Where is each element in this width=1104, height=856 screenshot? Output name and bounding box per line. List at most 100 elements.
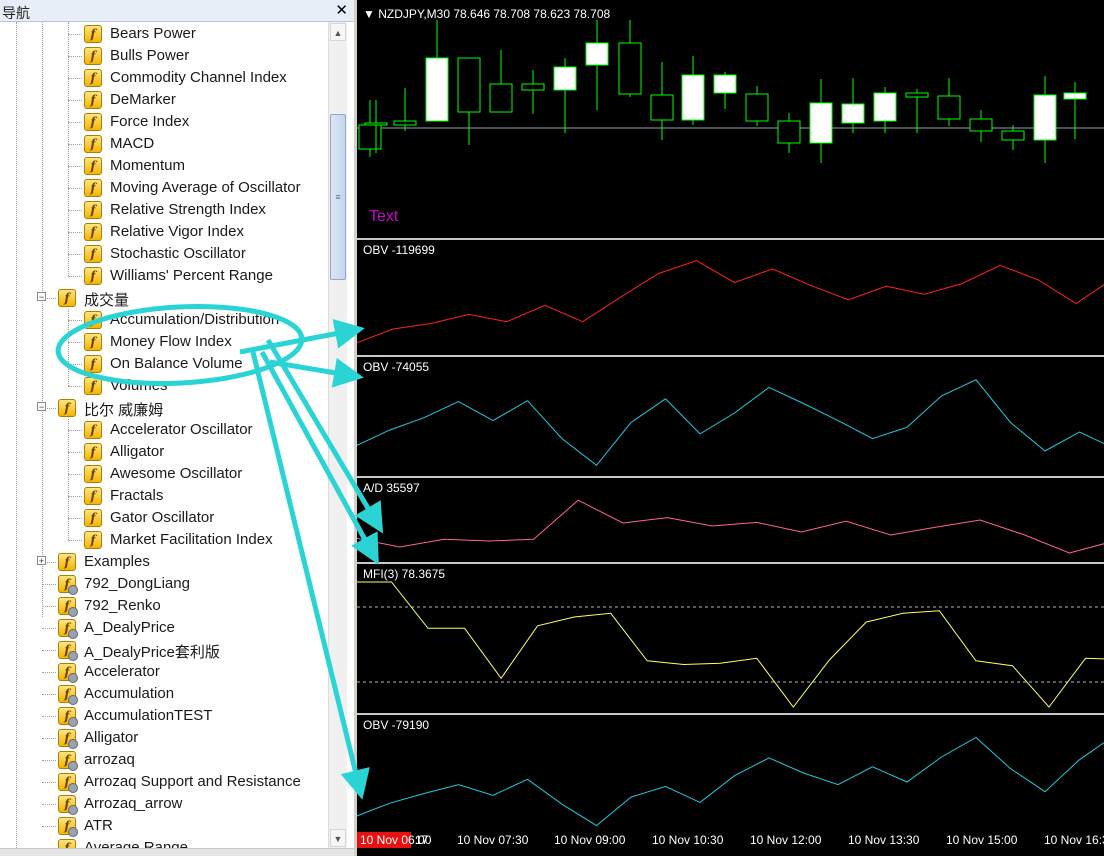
indicator-icon: f — [84, 509, 102, 527]
tree-connector — [68, 78, 82, 79]
tree-item-label: Accelerator Oscillator — [110, 421, 253, 438]
tree-connector — [68, 342, 82, 343]
tree-item-label: A_DealyPrice套利版 — [84, 644, 220, 661]
candle — [618, 20, 642, 97]
tree-item-a-dealyprice[interactable]: f A_DealyPrice — [0, 617, 328, 639]
tree-item-792-renko[interactable]: f 792_Renko — [0, 595, 328, 617]
tree-item-a-dealyprice[interactable]: f A_DealyPrice套利版 — [0, 639, 328, 661]
tree-item-accumulation-distribution[interactable]: f Accumulation/Distribution — [0, 309, 328, 331]
obv-red-pane[interactable]: OBV -119699 — [357, 240, 1104, 357]
price-pane[interactable]: ▼ NZDJPY,M30 78.646 78.708 78.623 78.708… — [357, 0, 1104, 240]
close-icon[interactable]: ✕ — [335, 1, 348, 19]
collapse-icon[interactable]: − — [37, 292, 46, 302]
tree-item-bulls-power[interactable]: f Bulls Power — [0, 45, 328, 67]
tree-item-arrozaq-support-and-resistance[interactable]: f Arrozaq Support and Resistance — [0, 771, 328, 793]
tree-connector — [42, 628, 56, 629]
candle-body — [809, 102, 833, 144]
candle-body — [777, 120, 801, 144]
tree-item-commodity-channel-index[interactable]: f Commodity Channel Index — [0, 67, 328, 89]
candle-body — [618, 42, 642, 95]
tree-item-atr[interactable]: f ATR — [0, 815, 328, 837]
scroll-thumb[interactable]: ≡ — [330, 114, 346, 280]
tree-item-market-facilitation-index[interactable]: f Market Facilitation Index — [0, 529, 328, 551]
tree-item-money-flow-index[interactable]: f Money Flow Index — [0, 331, 328, 353]
candle-body — [745, 93, 769, 122]
pane-label-obv-bottom: OBV -79190 — [363, 718, 430, 732]
pane-label-obv-cyan: OBV -74055 — [363, 360, 430, 374]
tree-item-moving-average-of-oscillator[interactable]: f Moving Average of Oscillator — [0, 177, 328, 199]
tree-connector — [42, 672, 56, 673]
tree-connector — [68, 452, 82, 453]
tree-item-force-index[interactable]: f Force Index — [0, 111, 328, 133]
candle — [809, 79, 833, 163]
tree-item-alligator[interactable]: f Alligator — [0, 441, 328, 463]
tree-item-macd[interactable]: f MACD — [0, 133, 328, 155]
indicator-icon: f — [84, 179, 102, 197]
tree-item-demarker[interactable]: f DeMarker — [0, 89, 328, 111]
tree-item-accumulationtest[interactable]: f AccumulationTEST — [0, 705, 328, 727]
tree-item-label: MACD — [110, 135, 155, 152]
tree-item-label: Awesome Oscillator — [110, 465, 243, 482]
obv-bottom-pane[interactable]: OBV -79190 — [357, 715, 1104, 828]
tree-item-accelerator-oscillator[interactable]: f Accelerator Oscillator — [0, 419, 328, 441]
indicator-tree: f Bears Power f Bulls Power f Commodity Chann… — [0, 22, 328, 856]
tree-item-cn[interactable]: − f 成交量 — [0, 287, 328, 309]
indicator-icon: f — [84, 377, 102, 395]
tree-item-examples[interactable]: + f Examples — [0, 551, 328, 573]
tree-item-label: 792_Renko — [84, 597, 161, 614]
tree-item-on-balance-volume[interactable]: f On Balance Volume — [0, 353, 328, 375]
indicator-icon: f — [58, 553, 76, 571]
tree-connector — [68, 100, 82, 101]
tree-item-arrozaq-arrow[interactable]: f Arrozaq_arrow — [0, 793, 328, 815]
mfi-pane[interactable]: MFI(3) 78.3675 — [357, 564, 1104, 715]
tree-item-gator-oscillator[interactable]: f Gator Oscillator — [0, 507, 328, 529]
tree-item-label: Accumulation/Distribution — [110, 311, 280, 328]
obv-cyan-pane[interactable]: OBV -74055 — [357, 357, 1104, 478]
tree-item-alligator[interactable]: f Alligator — [0, 727, 328, 749]
candle-body — [585, 42, 609, 66]
symbol-info: ▼ NZDJPY,M30 78.646 78.708 78.623 78.708 — [363, 7, 611, 21]
collapse-icon[interactable]: − — [37, 402, 46, 412]
scroll-down-arrow-icon[interactable]: ▼ — [330, 829, 346, 847]
navigator-title: 导航 — [2, 5, 30, 21]
candle — [521, 70, 545, 114]
candle-body — [364, 122, 388, 126]
tree-item-relative-vigor-index[interactable]: f Relative Vigor Index — [0, 221, 328, 243]
tree-item-cn[interactable]: − f 比尔 威廉姆 — [0, 397, 328, 419]
tree-item-williams-percent-range[interactable]: f Williams' Percent Range — [0, 265, 328, 287]
scroll-up-arrow-icon[interactable]: ▲ — [330, 23, 346, 41]
navigator-panel: 导航 ✕ f Bears Power f Bulls Power f Commodity … — [0, 0, 354, 856]
tree-item-accumulation[interactable]: f Accumulation — [0, 683, 328, 705]
vertical-scrollbar[interactable]: ▲ ≡ ▼ — [328, 22, 347, 848]
tree-connector — [68, 430, 82, 431]
pane-label-mfi: MFI(3) 78.3675 — [363, 567, 446, 581]
candle-body — [1001, 130, 1025, 141]
tree-item-awesome-oscillator[interactable]: f Awesome Oscillator — [0, 463, 328, 485]
indicator-line — [357, 581, 1104, 708]
tree-item-label: A_DealyPrice — [84, 619, 175, 636]
candle-body — [841, 103, 865, 124]
indicator-icon: f — [84, 531, 102, 549]
time-label: 10 Nov 13:30 — [848, 833, 920, 847]
candle-body — [650, 94, 674, 121]
text-object[interactable]: Text — [369, 208, 398, 226]
navigator-tabs-strip — [0, 848, 354, 856]
tree-item-arrozaq[interactable]: f arrozaq — [0, 749, 328, 771]
tree-item-label: Fractals — [110, 487, 164, 504]
tree-item-momentum[interactable]: f Momentum — [0, 155, 328, 177]
tree-item-relative-strength-index[interactable]: f Relative Strength Index — [0, 199, 328, 221]
tree-item-bears-power[interactable]: f Bears Power — [0, 23, 328, 45]
tree-connector — [68, 232, 82, 233]
expand-icon[interactable]: + — [37, 556, 46, 566]
tree-item-stochastic-oscillator[interactable]: f Stochastic Oscillator — [0, 243, 328, 265]
ad-pane[interactable]: A/D 35597 — [357, 478, 1104, 564]
tree-item-volumes[interactable]: f Volumes — [0, 375, 328, 397]
obv-red-plot — [357, 260, 1104, 344]
tree-connector — [42, 650, 56, 651]
tree-item-accelerator[interactable]: f Accelerator — [0, 661, 328, 683]
tree-item-fractals[interactable]: f Fractals — [0, 485, 328, 507]
indicator-icon: f — [84, 267, 102, 285]
tree-item-792-dongliang[interactable]: f 792_DongLiang — [0, 573, 328, 595]
tree-guide — [68, 419, 69, 540]
chart-window[interactable]: ▼ NZDJPY,M30 78.646 78.708 78.623 78.708… — [357, 0, 1104, 856]
